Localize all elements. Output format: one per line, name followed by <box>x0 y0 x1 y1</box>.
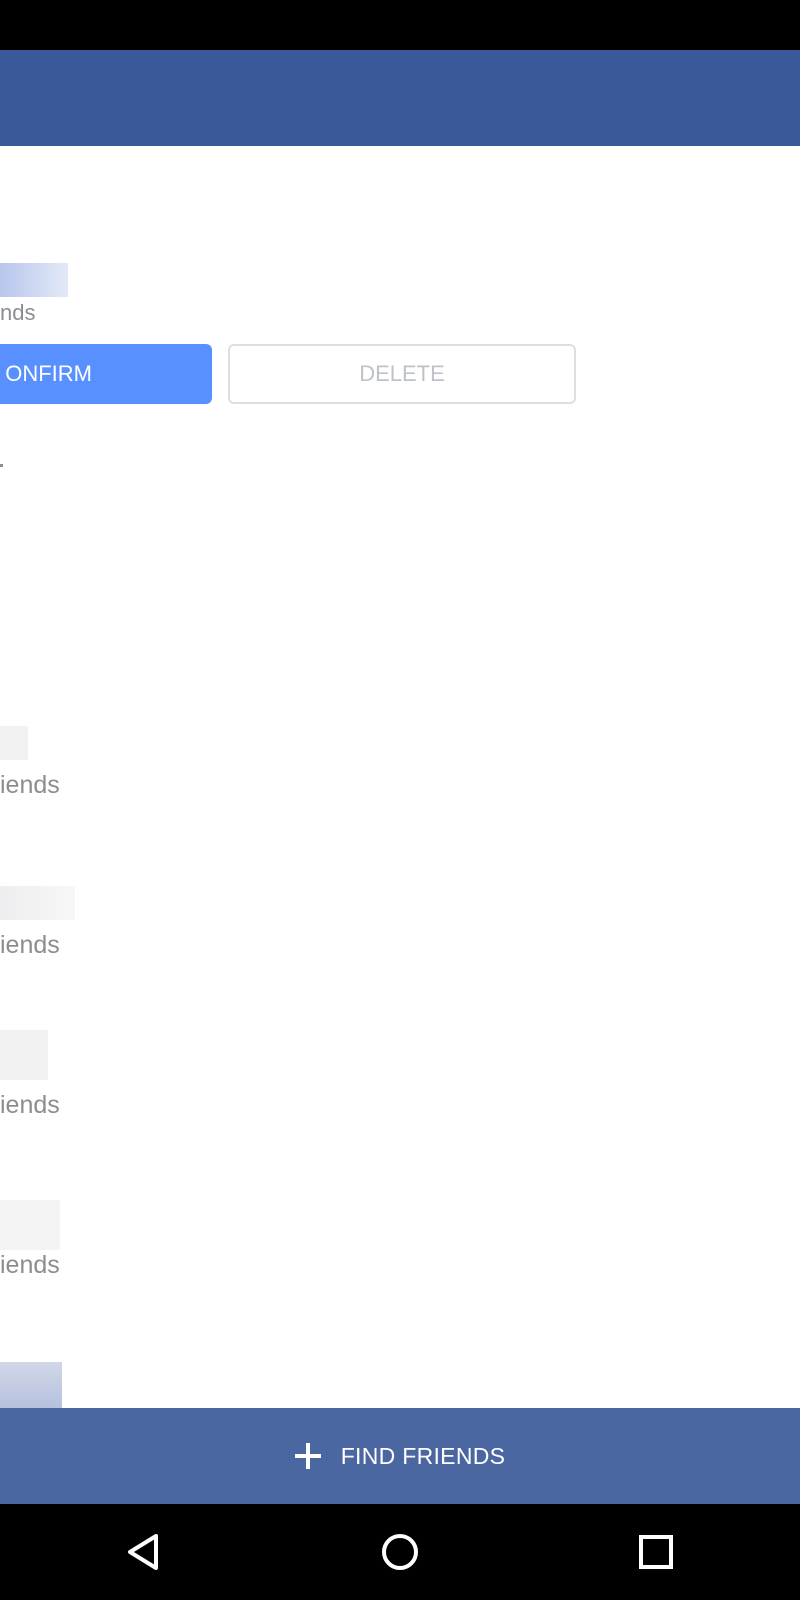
confirm-button-label: ONFIRM <box>5 361 92 386</box>
find-friends-button[interactable]: FIND FRIENDS <box>0 1408 800 1504</box>
requester-name-placeholder <box>0 263 68 297</box>
confirm-button[interactable]: ONFIRM <box>0 344 212 404</box>
mutual-friends-text: iends <box>0 1251 60 1279</box>
mutual-friends-text: nds <box>0 300 36 325</box>
plus-icon <box>294 1443 321 1469</box>
suggestion-name-placeholder <box>0 726 28 760</box>
divider-mark <box>0 464 3 467</box>
app-header <box>0 50 800 146</box>
mutual-friends-text: iends <box>0 771 60 799</box>
friend-requests-list: nds ONFIRM DELETE iends iends iends iend… <box>0 146 800 1408</box>
home-circle-icon[interactable] <box>372 1524 428 1580</box>
suggestion-name-placeholder <box>0 1362 62 1408</box>
back-triangle-icon[interactable] <box>116 1524 172 1580</box>
suggestion-name-placeholder <box>0 1030 48 1080</box>
delete-button[interactable]: DELETE <box>228 344 576 404</box>
find-friends-label: FIND FRIENDS <box>340 1442 506 1469</box>
screen: nds ONFIRM DELETE iends iends iends iend… <box>0 0 800 1600</box>
status-bar <box>0 0 800 50</box>
system-navigation-bar <box>0 1504 800 1600</box>
recents-square-icon[interactable] <box>628 1524 684 1580</box>
suggestion-name-placeholder <box>0 1200 60 1250</box>
suggestion-name-placeholder <box>0 886 75 920</box>
mutual-friends-text: iends <box>0 1091 60 1119</box>
mutual-friends-text: iends <box>0 931 60 959</box>
